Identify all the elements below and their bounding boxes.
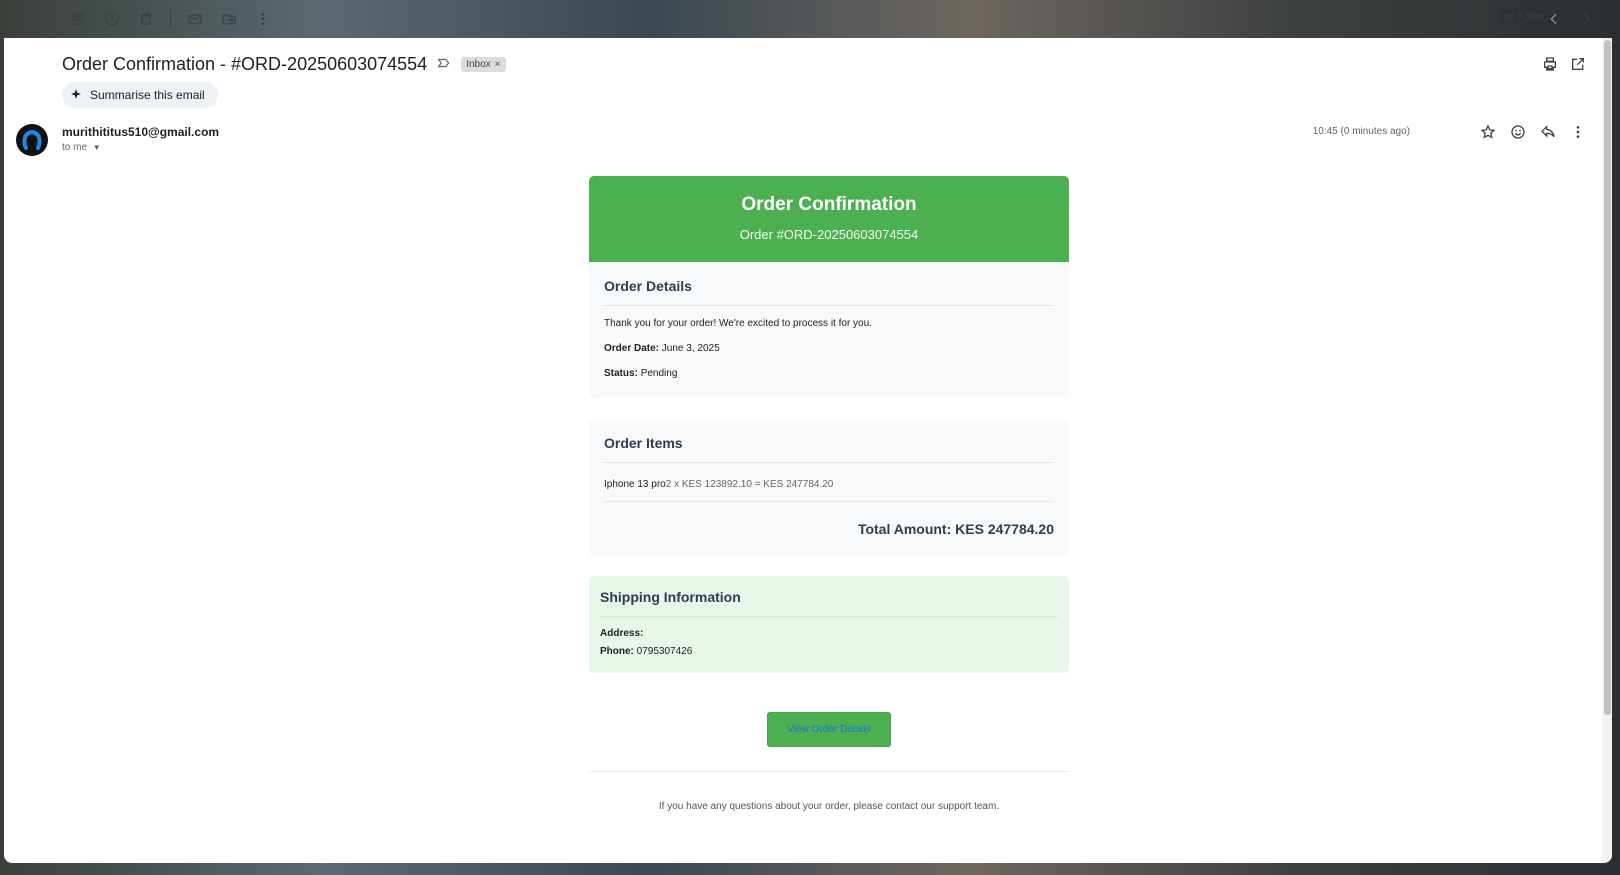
archive-icon[interactable] xyxy=(64,5,92,33)
item-calculation: 2 x KES 123892.10 = KES 247784.20 xyxy=(665,479,834,490)
thank-you-text: Thank you for your order! We're excited … xyxy=(604,318,872,329)
order-date-label: Order Date: xyxy=(604,343,660,354)
message-header: murithititus510@gmail.com to me ▼ 10:45 … xyxy=(16,122,1596,158)
older-chevron-icon[interactable] xyxy=(1572,5,1600,33)
avatar[interactable] xyxy=(16,124,48,156)
emoji-reaction-icon[interactable] xyxy=(1510,124,1526,145)
mail-pane: Order Confirmation - #ORD-20250603074554… xyxy=(4,38,1612,863)
total-amount: Total Amount: KES 247784.20 xyxy=(857,521,1054,537)
star-icon[interactable] xyxy=(1480,124,1496,145)
scrollbar-thumb[interactable] xyxy=(1604,40,1611,715)
details-dropdown-icon[interactable]: ▼ xyxy=(93,143,101,152)
support-footer-text: If you have any questions about your ord… xyxy=(658,801,1000,812)
pager-count: 1 of 7,290 xyxy=(1495,12,1544,24)
email-subject: Order Confirmation - #ORD-20250603074554 xyxy=(62,54,428,74)
list-item: Iphone 13 pro2 x KES 123892.10 = KES 247… xyxy=(604,463,1054,502)
sparkle-icon xyxy=(70,88,82,103)
status-value: Pending xyxy=(640,368,678,379)
back-arrow-icon[interactable] xyxy=(10,5,38,33)
order-hero-banner: Order Confirmation Order #ORD-2025060307… xyxy=(589,176,1069,262)
phone-value: 0795307426 xyxy=(636,646,693,657)
item-name: Iphone 13 pro xyxy=(604,479,666,490)
pager-nav xyxy=(1540,5,1600,33)
mail-toolbar: 1 of 7,290 xyxy=(0,0,1620,38)
recipient-details[interactable]: to me ▼ xyxy=(62,142,101,153)
order-date-value: June 3, 2025 xyxy=(661,343,720,354)
report-spam-icon[interactable] xyxy=(98,5,126,33)
message-more-icon[interactable] xyxy=(1570,124,1586,145)
status-label: Status: xyxy=(604,368,638,379)
sender-email[interactable]: murithititus510@gmail.com xyxy=(62,125,219,139)
order-items-card: Order Items Iphone 13 pro2 x KES 123892.… xyxy=(589,419,1069,556)
newer-chevron-icon[interactable] xyxy=(1540,5,1568,33)
shipping-heading: Shipping Information xyxy=(600,589,1058,617)
order-details-heading: Order Details xyxy=(604,278,1054,306)
summarise-button[interactable]: Summarise this email xyxy=(62,82,218,108)
address-line: Address: xyxy=(600,628,1058,639)
message-time: 10:45 (0 minutes ago) xyxy=(1312,126,1410,137)
move-to-icon[interactable] xyxy=(215,5,243,33)
shipping-info-card: Shipping Information Address: Phone: 079… xyxy=(589,576,1069,673)
phone-label: Phone: xyxy=(600,646,634,657)
to-me-label: to me xyxy=(62,142,88,153)
address-label: Address: xyxy=(600,628,644,639)
order-date-line: Order Date: June 3, 2025 xyxy=(604,343,1054,354)
view-order-details-button[interactable]: View Order Details xyxy=(767,712,891,747)
thread-actions xyxy=(1542,56,1586,77)
print-icon[interactable] xyxy=(1542,56,1558,77)
inbox-chip-label: Inbox xyxy=(466,59,491,70)
inbox-label-chip[interactable]: Inbox × xyxy=(461,57,506,72)
chip-close-icon[interactable]: × xyxy=(495,59,501,70)
footer-divider xyxy=(589,771,1069,772)
toolbar-divider xyxy=(170,10,171,28)
phone-line: Phone: 0795307426 xyxy=(600,646,1058,657)
email-body: Order Confirmation Order #ORD-2025060307… xyxy=(589,176,1069,812)
delete-icon[interactable] xyxy=(132,5,160,33)
more-options-icon[interactable] xyxy=(249,5,277,33)
order-details-card: Order Details Thank you for your order! … xyxy=(589,262,1069,399)
status-line: Status: Pending xyxy=(604,368,1054,379)
summarise-label: Summarise this email xyxy=(90,88,205,102)
open-new-window-icon[interactable] xyxy=(1570,56,1586,77)
hero-order-number: Order #ORD-20250603074554 xyxy=(739,227,919,242)
hero-title: Order Confirmation xyxy=(741,194,917,215)
order-items-heading: Order Items xyxy=(604,435,1054,463)
reply-icon[interactable] xyxy=(1540,124,1556,145)
scrollbar[interactable] xyxy=(1602,38,1612,863)
message-actions xyxy=(1480,124,1586,145)
subject-row: Order Confirmation - #ORD-20250603074554… xyxy=(62,54,506,75)
cta-wrapper: View Order Details xyxy=(589,712,1069,747)
mark-unread-icon[interactable] xyxy=(181,5,209,33)
important-label-icon[interactable] xyxy=(437,56,451,73)
